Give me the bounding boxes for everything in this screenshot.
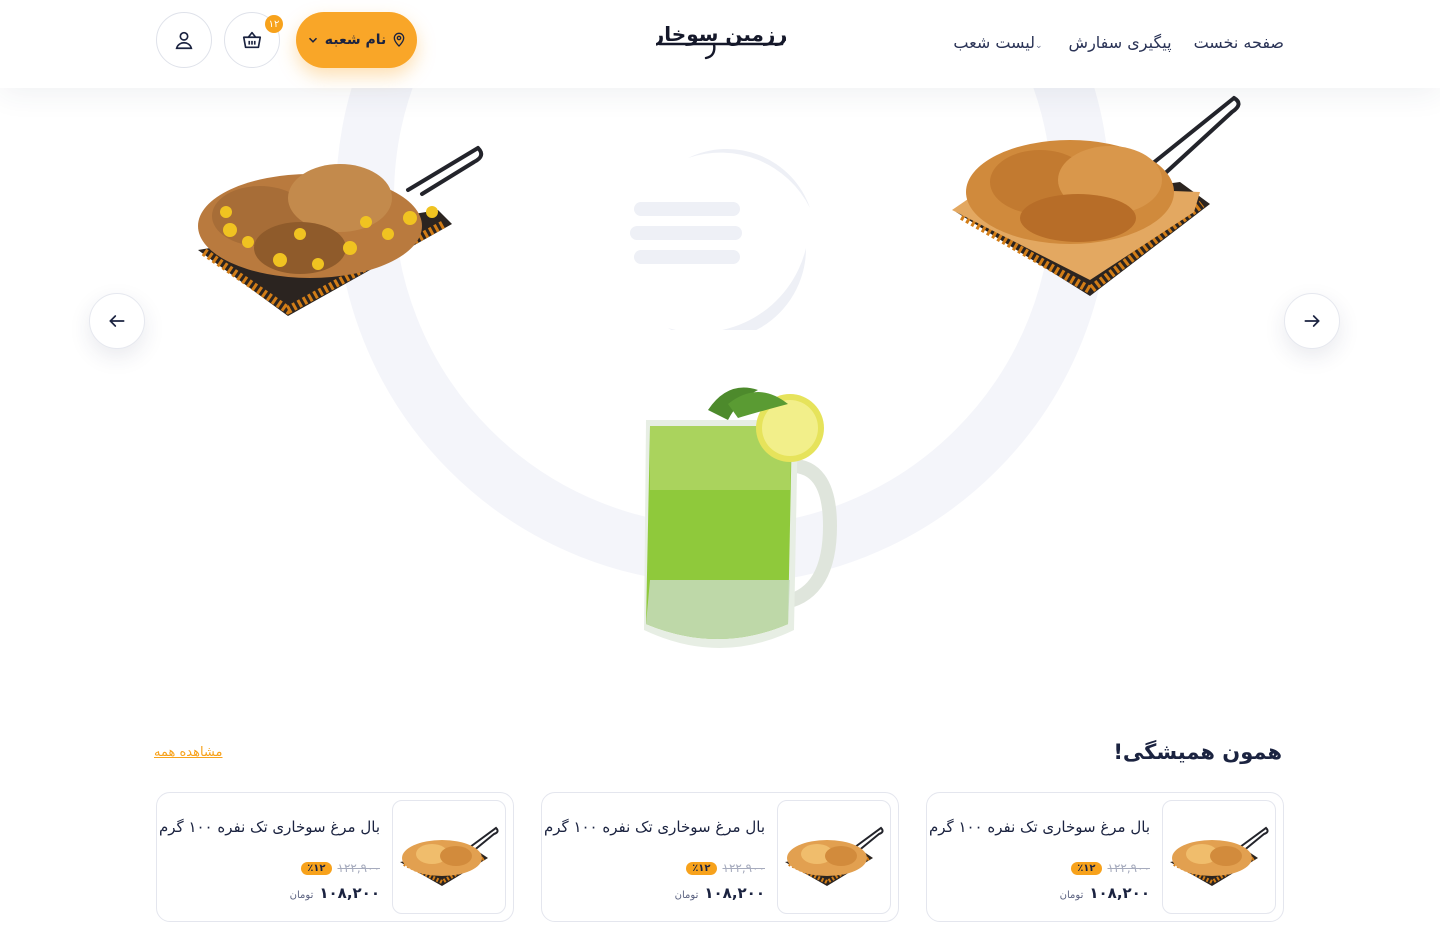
chevron-down-icon: ⌄: [1035, 41, 1043, 51]
chicken-corn-basket-image: [198, 146, 484, 316]
location-pin-icon: [393, 32, 405, 47]
arrow-right-icon: [1304, 315, 1320, 327]
main-nav: صفحه نخست پیگیری سفارش لیست شعب⌄: [953, 33, 1284, 52]
nav-home-link[interactable]: صفحه نخست: [1194, 33, 1284, 52]
old-price: ۱۲۲,۹۰۰: [337, 861, 381, 875]
currency-label: تومان: [289, 890, 314, 901]
arrow-left-icon: [109, 315, 125, 327]
cart-button[interactable]: ۱۲: [224, 12, 283, 68]
product-price: ۱۰۸,۲۰۰: [1089, 884, 1150, 902]
carousel-next-button[interactable]: [1284, 293, 1340, 349]
price-row: ۱۰۸,۲۰۰ تومان: [1060, 884, 1150, 902]
product-card[interactable]: بال مرغ سوخاری تک نفره ۱۰۰ گرم ۱۲۲,۹۰۰ ٪…: [926, 792, 1284, 922]
discount-row: ۱۲۲,۹۰۰ ٪۱۲: [1071, 861, 1150, 875]
discount-badge: ٪۱۲: [1071, 861, 1102, 875]
product-price: ۱۰۸,۲۰۰: [704, 884, 765, 902]
brand-watermark-icon: [630, 148, 810, 330]
chevron-down-icon: [308, 37, 317, 43]
cart-count-badge: ۱۲: [265, 15, 283, 33]
product-image: [777, 800, 891, 914]
branch-select-button[interactable]: نام شعبه: [296, 12, 417, 68]
user-icon: [175, 31, 193, 50]
section-title: همون همیشگی!: [1113, 740, 1282, 764]
price-row: ۱۰۸,۲۰۰ تومان: [675, 884, 765, 902]
discount-badge: ٪۱۲: [301, 861, 332, 875]
discount-badge: ٪۱۲: [686, 861, 717, 875]
discount-row: ۱۲۲,۹۰۰ ٪۱۲: [686, 861, 765, 875]
nav-branches-dropdown[interactable]: لیست شعب⌄: [953, 33, 1046, 52]
user-account-button[interactable]: [156, 12, 212, 68]
product-name: بال مرغ سوخاری تک نفره ۱۰۰ گرم: [543, 818, 765, 836]
old-price: ۱۲۲,۹۰۰: [1107, 861, 1151, 875]
currency-label: تومان: [674, 890, 699, 901]
site-header: صفحه نخست پیگیری سفارش لیست شعب⌄ سرزمین …: [0, 0, 1440, 88]
product-image: [1162, 800, 1276, 914]
nav-branches-label: لیست شعب: [953, 33, 1035, 52]
product-name: بال مرغ سوخاری تک نفره ۱۰۰ گرم: [928, 818, 1150, 836]
carousel-prev-button[interactable]: [89, 293, 145, 349]
currency-label: تومان: [1059, 890, 1084, 901]
fried-chicken-thumb: [400, 826, 499, 886]
brand-logo[interactable]: سرزمین سوخاری: [656, 14, 786, 64]
branch-select-label: نام شعبه: [324, 32, 387, 48]
product-price: ۱۰۸,۲۰۰: [319, 884, 380, 902]
discount-row: ۱۲۲,۹۰۰ ٪۱۲: [301, 861, 380, 875]
price-row: ۱۰۸,۲۰۰ تومان: [290, 884, 380, 902]
mint-mojito-image: [644, 387, 838, 648]
old-price: ۱۲۲,۹۰۰: [722, 861, 766, 875]
brand-logo-text: سرزمین سوخاری: [656, 22, 786, 46]
product-image: [392, 800, 506, 914]
see-all-link[interactable]: مشاهده همه: [154, 745, 223, 760]
fried-chicken-thumb: [785, 826, 884, 886]
product-card[interactable]: بال مرغ سوخاری تک نفره ۱۰۰ گرم ۱۲۲,۹۰۰ ٪…: [541, 792, 899, 922]
fried-chicken-basket-image: [952, 96, 1241, 296]
product-name: بال مرغ سوخاری تک نفره ۱۰۰ گرم: [158, 818, 380, 836]
fried-chicken-thumb: [1170, 826, 1269, 886]
nav-order-tracking-link[interactable]: پیگیری سفارش: [1069, 33, 1172, 52]
basket-icon: [242, 31, 262, 49]
product-card[interactable]: بال مرغ سوخاری تک نفره ۱۰۰ گرم ۱۲۲,۹۰۰ ٪…: [156, 792, 514, 922]
